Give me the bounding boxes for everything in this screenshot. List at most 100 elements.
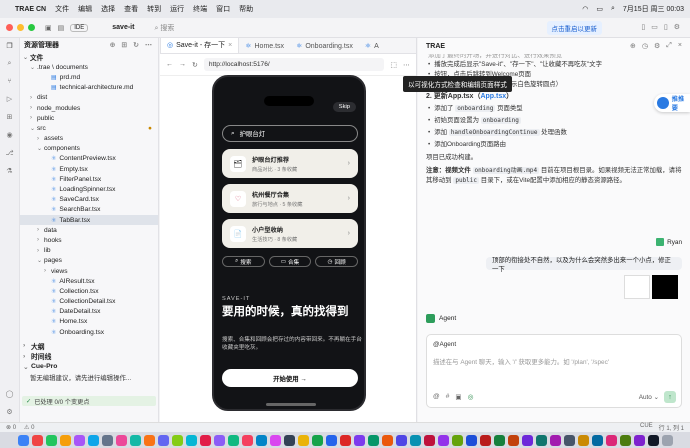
- start-button[interactable]: 开始使用 →: [222, 369, 358, 387]
- dock-app-icon[interactable]: [521, 434, 533, 446]
- model-select[interactable]: Auto ⌄: [639, 393, 659, 401]
- agent-mention[interactable]: @Agent: [433, 341, 456, 348]
- restart-update-button[interactable]: 点击重启以更新: [546, 21, 602, 35]
- dock-app-icon[interactable]: [619, 434, 631, 446]
- tab-overflow[interactable]: ⚛ A: [359, 40, 385, 53]
- dock-app-icon[interactable]: [143, 434, 155, 446]
- file-item[interactable]: ⚛ ContentPreview.tsx: [20, 154, 158, 164]
- file-item[interactable]: ⚛ LoadingSpinner.tsx: [20, 184, 158, 194]
- back-icon[interactable]: ←: [166, 61, 173, 68]
- forward-icon[interactable]: →: [179, 61, 186, 68]
- menu-file[interactable]: 文件: [55, 4, 69, 14]
- dock-app-icon[interactable]: [409, 434, 421, 446]
- dock-app-icon[interactable]: [437, 434, 449, 446]
- settings-icon[interactable]: ⚙: [654, 42, 660, 50]
- dock-app-icon[interactable]: [269, 434, 281, 446]
- files-section[interactable]: ⌄ 文件: [20, 52, 158, 63]
- panel-bottom-icon[interactable]: ▭: [651, 23, 658, 31]
- folder-item[interactable]: › dist: [20, 93, 158, 103]
- image-thumbnail[interactable]: [652, 275, 678, 299]
- dock-app-icon[interactable]: [395, 434, 407, 446]
- dock-app-icon[interactable]: [535, 434, 547, 446]
- menubar-app-name[interactable]: TRAE CN: [15, 6, 46, 13]
- dock-app-icon[interactable]: [297, 434, 309, 446]
- menu-edit[interactable]: 编辑: [78, 4, 92, 14]
- folder-item[interactable]: ⌄ src ●: [20, 123, 158, 133]
- dock-app-icon[interactable]: [199, 434, 211, 446]
- dock-app-icon[interactable]: [311, 434, 323, 446]
- dock-app-icon[interactable]: [73, 434, 85, 446]
- dock-app-icon[interactable]: [115, 434, 127, 446]
- close-icon[interactable]: ×: [678, 42, 682, 50]
- phone-search-input[interactable]: ⌕ 护眼台灯: [222, 125, 358, 142]
- folder-item[interactable]: › lib: [20, 246, 158, 256]
- dock-app-icon[interactable]: [591, 434, 603, 446]
- dock-app-icon[interactable]: [563, 434, 575, 446]
- dock-app-icon[interactable]: [353, 434, 365, 446]
- file-item[interactable]: ▤ technical-architecture.md: [20, 83, 158, 93]
- timeline-section[interactable]: › 时间线: [20, 351, 158, 362]
- url-input[interactable]: http://localhost:5176/: [203, 58, 385, 71]
- more-icon[interactable]: ⋯: [403, 61, 410, 69]
- chat-input[interactable]: @Agent 描述在与 Agent 聊天，输入 '/' 获取更多能力。如 '/p…: [426, 334, 682, 408]
- file-item[interactable]: ⚛ TabBar.tsx: [20, 215, 158, 226]
- menu-view[interactable]: 查看: [124, 4, 138, 14]
- file-item[interactable]: ⚛ Onboarding.tsx: [20, 327, 158, 337]
- dock-app-icon[interactable]: [507, 434, 519, 446]
- dock-app-icon[interactable]: [101, 434, 113, 446]
- search-icon[interactable]: ⌕: [8, 60, 12, 68]
- minimize-window-button[interactable]: [17, 24, 24, 31]
- dock-app-icon[interactable]: [129, 434, 141, 446]
- search-action-button[interactable]: ⌕ 搜索: [222, 256, 265, 267]
- dock-app-icon[interactable]: [31, 434, 43, 446]
- dock-app-icon[interactable]: [493, 434, 505, 446]
- search-icon[interactable]: ⌕: [611, 5, 615, 13]
- send-button[interactable]: ↑: [664, 391, 676, 403]
- dock-app-icon[interactable]: [577, 434, 589, 446]
- panel-right-icon[interactable]: ▯: [664, 23, 668, 31]
- file-item[interactable]: ⚛ DateDetail.tsx: [20, 307, 158, 317]
- menu-goto[interactable]: 转到: [147, 4, 161, 14]
- dock-app-icon[interactable]: [367, 434, 379, 446]
- zoom-window-button[interactable]: [28, 24, 35, 31]
- menu-help[interactable]: 帮助: [239, 4, 253, 14]
- dock-app-icon[interactable]: [17, 434, 29, 446]
- dock-app-icon[interactable]: [381, 434, 393, 446]
- tab-home[interactable]: ⚛ Home.tsx: [239, 40, 290, 53]
- collection-card[interactable]: 🗂 护眼台灯推荐 商品对比 · 3 条收藏 ›: [222, 149, 358, 178]
- image-icon[interactable]: ▣: [455, 393, 461, 401]
- explorer-toolbar-icons[interactable]: ⊕ ⊞ ↻ ⋯: [110, 41, 154, 49]
- inspect-icon[interactable]: ⬚: [390, 61, 397, 69]
- menubar-datetime[interactable]: 7月15日 周三 00:03: [623, 4, 684, 14]
- menu-run[interactable]: 运行: [170, 4, 184, 14]
- layout-icon[interactable]: ▤: [58, 24, 65, 32]
- ide-badge[interactable]: IDE: [70, 23, 89, 32]
- file-item[interactable]: ⚛ SearchBar.tsx: [20, 205, 158, 215]
- folder-item[interactable]: ⌄ pages: [20, 256, 158, 266]
- wifi-icon[interactable]: ◠: [582, 5, 588, 13]
- file-item[interactable]: ⚛ CollectionDetail.tsx: [20, 297, 158, 307]
- source-control-icon[interactable]: ⑂: [7, 78, 11, 85]
- dock-app-icon[interactable]: [549, 434, 561, 446]
- file-item[interactable]: ⚛ Collection.tsx: [20, 286, 158, 296]
- folder-item[interactable]: › hooks: [20, 235, 158, 245]
- folder-item[interactable]: › public: [20, 113, 158, 123]
- debug-icon[interactable]: ▷: [7, 95, 12, 103]
- preview-icon[interactable]: ◉: [6, 131, 12, 139]
- dock-app-icon[interactable]: [283, 434, 295, 446]
- dock-app-icon[interactable]: [255, 434, 267, 446]
- dock-app-icon[interactable]: [605, 434, 617, 446]
- global-search[interactable]: ⌕ 搜索: [154, 23, 174, 33]
- history-icon[interactable]: ◷: [642, 42, 648, 50]
- dock-app-icon[interactable]: [451, 434, 463, 446]
- review-action-button[interactable]: ◷ 回顾: [315, 256, 359, 267]
- dock-app-icon[interactable]: [59, 434, 71, 446]
- file-item[interactable]: ▤ prd.md: [20, 72, 158, 82]
- folder-item[interactable]: › data: [20, 225, 158, 235]
- menu-select[interactable]: 选择: [101, 4, 115, 14]
- dock-app-icon[interactable]: [647, 434, 659, 446]
- battery-icon[interactable]: ▭: [596, 5, 603, 13]
- dock-app-icon[interactable]: [45, 434, 57, 446]
- close-window-button[interactable]: [6, 24, 13, 31]
- dock-app-icon[interactable]: [213, 434, 225, 446]
